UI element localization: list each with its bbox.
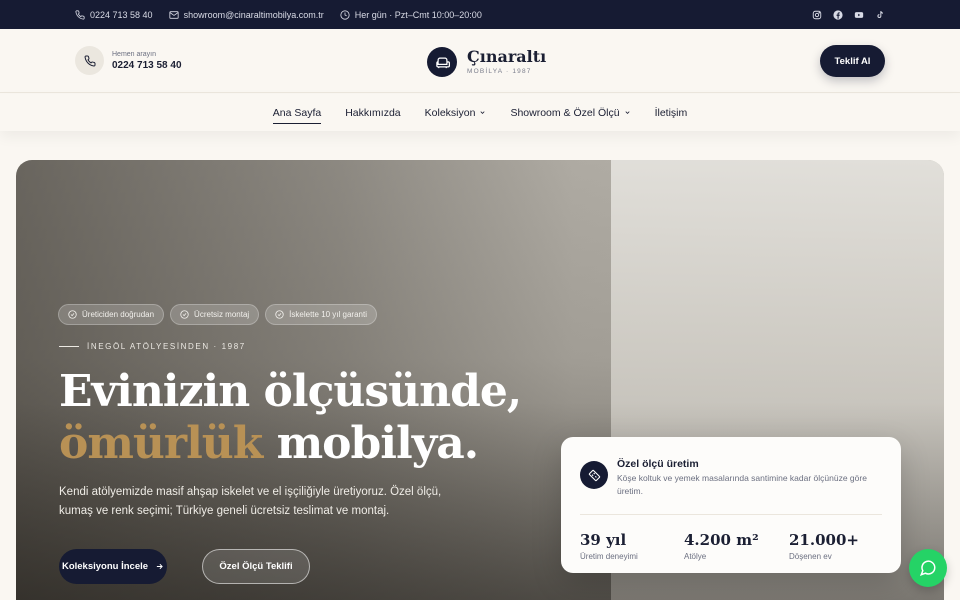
headline-rest: mobilya. (262, 418, 479, 469)
stat-value: 4.200 m² (684, 531, 759, 549)
top-bar: 0224 713 58 40 showroom@cinaraltimobilya… (0, 0, 960, 29)
phone-badge (75, 46, 104, 75)
site-header: Hemen arayın 0224 713 58 40 Çınaraltı MO… (0, 29, 960, 93)
call-number: 0224 713 58 40 (112, 59, 182, 71)
quote-button[interactable]: Teklif Al (820, 45, 885, 77)
sofa-icon (427, 47, 457, 77)
call-label: Hemen arayın (112, 50, 156, 58)
cta-label: Koleksiyonu İncele (61, 561, 149, 572)
stat-label: Üretim deneyimi (580, 552, 638, 561)
stat-homes: 21.000+ Döşenen ev (789, 531, 859, 561)
stat-experience: 39 yıl Üretim deneyimi (580, 531, 638, 561)
badge-label: Ücretsiz montaj (194, 310, 250, 319)
headline-accent: ömürlük (59, 418, 263, 469)
hero-section: Üreticiden doğrudan Ücretsiz montaj İske… (16, 160, 944, 600)
hero-headline: Evinizin ölçüsünde, ömürlük mobilya. (59, 366, 522, 470)
chevron-down-icon (480, 111, 485, 114)
nav-label: Ana Sayfa (272, 106, 322, 119)
browse-collection-button[interactable]: Koleksiyonu İncele (59, 549, 167, 584)
chat-bubble-icon (919, 560, 936, 577)
brand-logo[interactable]: Çınaraltı MOBİLYA · 1987 (427, 47, 546, 77)
eyebrow-line (59, 346, 79, 347)
instagram-icon[interactable] (812, 10, 822, 20)
nav-item-collection[interactable]: Koleksiyon (425, 94, 487, 131)
brand-text: Çınaraltı MOBİLYA · 1987 (467, 47, 547, 76)
card-title: Özel ölçü üretim (617, 458, 699, 470)
custom-production-card: Özel ölçü üretim Köşe koltuk ve yemek ma… (561, 437, 901, 573)
contact-info: 0224 713 58 40 showroom@cinaraltimobilya… (75, 10, 482, 20)
badge-free-assembly: Ücretsiz montaj (170, 304, 260, 325)
headline-line-1: Evinizin ölçüsünde, (59, 366, 522, 417)
stat-value: 39 yıl (580, 531, 627, 549)
nav-item-contact[interactable]: İletişim (655, 94, 688, 131)
check-circle-icon (180, 310, 189, 319)
mail-icon (168, 10, 179, 19)
phone-icon (75, 9, 85, 20)
hero-eyebrow: İNEGÖL ATÖLYESİNDEN · 1987 (59, 342, 246, 351)
hero-lead: Kendi atölyemizde masif ahşap iskelet ve… (59, 486, 442, 517)
check-circle-icon (275, 310, 284, 319)
nav-item-showroom[interactable]: Showroom & Özel Ölçü (510, 94, 630, 131)
nav-label: İletişim (654, 106, 688, 119)
topbar-hours: Her gün · Pzt–Cmt 10:00–20:00 (340, 10, 482, 20)
nav-label: Hakkımızda (345, 106, 401, 119)
topbar-email-text: showroom@cinaraltimobilya.com.tr (183, 9, 324, 20)
facebook-icon[interactable] (833, 9, 843, 20)
badge-direct: Üreticiden doğrudan (58, 304, 165, 325)
stat-workshop: 4.200 m² Atölye (684, 531, 759, 561)
topbar-hours-text: Her gün · Pzt–Cmt 10:00–20:00 (354, 9, 482, 20)
youtube-icon[interactable] (854, 10, 864, 20)
card-divider (580, 514, 882, 515)
topbar-phone-text: 0224 713 58 40 (90, 9, 153, 20)
ruler-icon (580, 461, 608, 489)
call-block[interactable]: Hemen arayın 0224 713 58 40 (75, 46, 182, 75)
clock-icon (340, 9, 350, 20)
social-links (812, 9, 885, 20)
stat-label: Döşenen ev (789, 552, 832, 561)
topbar-phone[interactable]: 0224 713 58 40 (75, 10, 153, 20)
brand-name: Çınaraltı (467, 47, 547, 66)
brand-subtitle: MOBİLYA · 1987 (467, 68, 532, 75)
check-circle-icon (68, 310, 77, 319)
call-text: Hemen arayın 0224 713 58 40 (112, 51, 182, 71)
card-description: Köşe koltuk ve yemek masalarında santimi… (617, 473, 867, 496)
stat-value: 21.000+ (789, 531, 859, 549)
badge-warranty: İskelette 10 yıl garanti (265, 304, 377, 325)
nav-item-home[interactable]: Ana Sayfa (272, 94, 322, 131)
stat-label: Atölye (684, 552, 707, 561)
hero-badges: Üreticiden doğrudan Ücretsiz montaj İske… (58, 304, 377, 325)
arrow-right-icon (156, 563, 163, 570)
headline-line-2: ömürlük mobilya. (59, 418, 521, 470)
whatsapp-chat-button[interactable] (909, 549, 947, 587)
phone-icon (84, 54, 96, 66)
badge-label: İskelette 10 yıl garanti (289, 310, 367, 319)
nav-label: Showroom & Özel Ölçü (510, 106, 620, 119)
custom-quote-button[interactable]: Özel Ölçü Teklifi (202, 549, 310, 584)
chevron-down-icon (625, 111, 630, 114)
tiktok-icon[interactable] (875, 10, 885, 20)
nav-item-about[interactable]: Hakkımızda (345, 94, 400, 131)
eyebrow-text: İNEGÖL ATÖLYESİNDEN · 1987 (87, 342, 246, 351)
nav-label: Koleksiyon (424, 106, 476, 119)
main-nav: Ana Sayfa Hakkımızda Koleksiyon Showroom… (0, 94, 960, 131)
topbar-email[interactable]: showroom@cinaraltimobilya.com.tr (168, 9, 324, 20)
badge-label: Üreticiden doğrudan (82, 310, 155, 319)
